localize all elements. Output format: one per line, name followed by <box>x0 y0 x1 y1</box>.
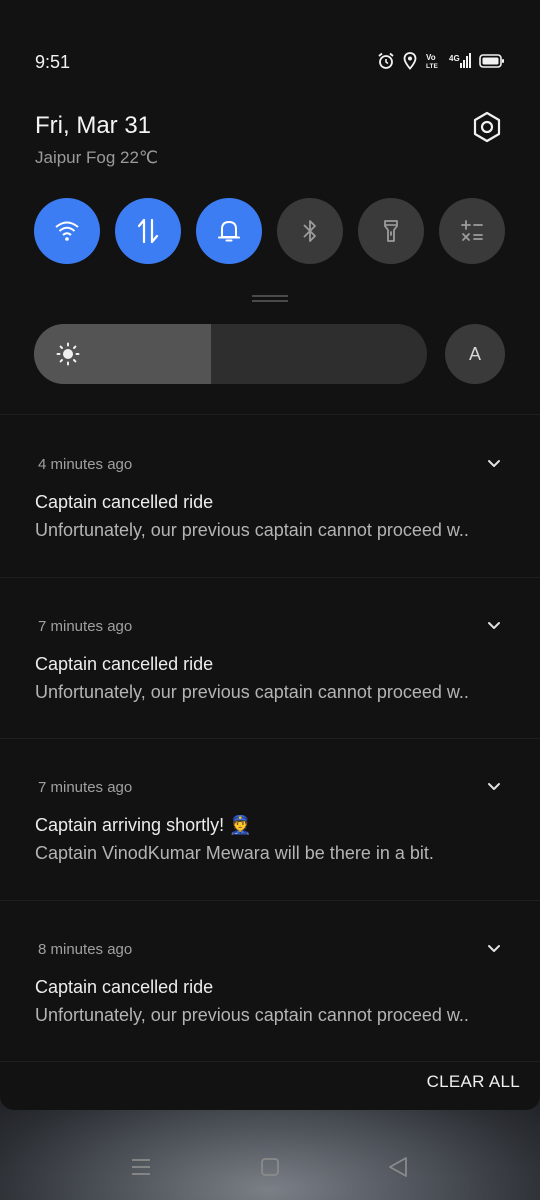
location-icon <box>403 52 417 70</box>
clear-all-button[interactable]: CLEAR ALL <box>400 1072 520 1092</box>
home-icon[interactable] <box>260 1154 280 1180</box>
notification-time: 7 minutes ago <box>38 617 133 635</box>
flashlight-icon <box>384 220 398 242</box>
bell-icon <box>218 221 240 242</box>
battery-icon <box>479 54 504 68</box>
notification-shade: 9:51 Vo LTE 4G Fri, Mar 31 Jaipur Fog 22… <box>0 0 540 1110</box>
wifi-icon <box>55 221 79 241</box>
notification-body: Unfortunately, our previous captain cann… <box>35 1004 469 1025</box>
notification-card[interactable]: 7 minutes ago Captain cancelled ride Unfor… <box>0 578 540 738</box>
divider <box>0 1061 540 1062</box>
chevron-down-icon[interactable] <box>487 782 501 792</box>
bluetooth-icon <box>303 220 316 242</box>
sun-icon <box>56 342 80 366</box>
notification-time: 7 minutes ago <box>38 779 133 796</box>
notification-card[interactable]: 7 minutes ago Captain arriving shortly! 👮… <box>0 739 540 899</box>
calculator-icon <box>461 220 483 241</box>
notification-card[interactable]: 8 minutes ago Captain cancelled ride Unfor… <box>0 901 540 1061</box>
drag-handle[interactable] <box>252 295 288 302</box>
status-bar: 9:51 Vo LTE 4G <box>35 48 505 78</box>
tile-bluetooth[interactable] <box>277 198 343 264</box>
data-arrows-icon <box>137 218 159 244</box>
alarm-icon <box>378 52 394 69</box>
chevron-down-icon[interactable] <box>487 944 501 954</box>
status-icons: Vo LTE 4G <box>377 52 505 70</box>
brightness-slider[interactable] <box>34 324 427 384</box>
quick-settings <box>34 198 506 264</box>
notification-body: Captain VinodKumar Mewara will be there … <box>35 843 434 863</box>
status-time: 9:51 <box>35 52 71 72</box>
notification-title: Captain cancelled ride <box>35 492 214 512</box>
date-label: Fri, Mar 31 <box>35 112 152 139</box>
notification-title: Captain arriving shortly! 👮 <box>35 815 252 835</box>
back-icon[interactable] <box>388 1154 408 1180</box>
notification-title: Captain cancelled ride <box>35 976 214 997</box>
tile-sound[interactable] <box>196 198 262 264</box>
svg-text:LTE: LTE <box>426 63 438 70</box>
weather-label: Jaipur Fog 22℃ <box>35 148 159 167</box>
chevron-down-icon[interactable] <box>487 621 501 631</box>
svg-text:4G: 4G <box>449 54 460 63</box>
svg-text:Vo: Vo <box>426 53 436 62</box>
notification-time: 4 minutes ago <box>38 456 133 473</box>
tile-flashlight[interactable] <box>358 198 424 264</box>
notification-card[interactable]: 4 minutes ago Captain cancelled ride Unfor… <box>0 416 540 576</box>
notification-time: 8 minutes ago <box>38 940 133 958</box>
notification-body: Unfortunately, our previous captain cann… <box>35 681 469 702</box>
auto-brightness-button[interactable]: A <box>445 324 505 384</box>
volte-icon: Vo LTE <box>426 53 438 70</box>
4g-signal-icon: 4G <box>449 53 471 68</box>
notification-body: Unfortunately, our previous captain cann… <box>35 520 469 540</box>
gear-icon[interactable] <box>470 110 504 144</box>
tile-mobile-data[interactable] <box>115 198 181 264</box>
menu-icon[interactable] <box>131 1154 151 1180</box>
tile-calculator[interactable] <box>439 198 505 264</box>
divider <box>0 414 540 415</box>
navigation-bar <box>0 1154 540 1180</box>
notification-title: Captain cancelled ride <box>35 653 214 674</box>
tile-wifi[interactable] <box>34 198 100 264</box>
chevron-down-icon[interactable] <box>487 459 501 469</box>
